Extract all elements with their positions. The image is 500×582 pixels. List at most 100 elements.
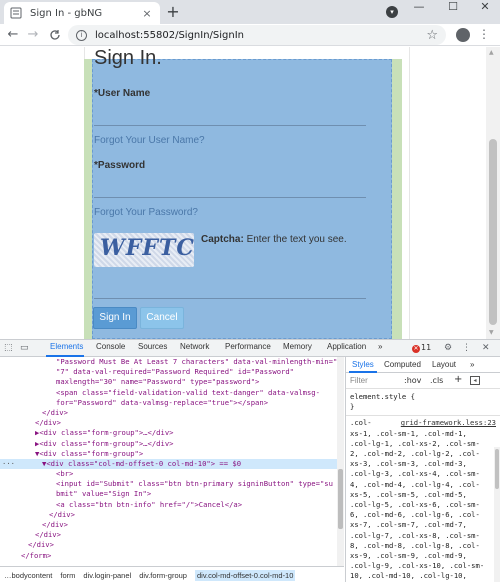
dom-node-line[interactable]: </form> <box>0 551 344 561</box>
reload-button[interactable] <box>46 26 64 44</box>
dom-node-line[interactable]: maxlength="30" name="Password" type="pas… <box>0 377 344 387</box>
password-input[interactable] <box>94 197 366 198</box>
dom-node-line[interactable]: </div> <box>0 418 344 428</box>
tab-styles[interactable]: Styles <box>352 360 374 369</box>
sign-in-button[interactable]: Sign In <box>93 307 137 329</box>
dom-node-line[interactable]: </div> <box>0 520 344 530</box>
dom-node-selected[interactable]: ▼<div class="col-md-offset-0 col-md-10">… <box>0 458 344 470</box>
breadcrumb-item[interactable]: form <box>60 571 75 580</box>
username-input[interactable] <box>94 125 366 126</box>
tab-computed[interactable]: Computed <box>384 360 421 369</box>
captcha-input[interactable] <box>94 298 366 299</box>
dom-node-line[interactable]: bmit" value="Sign In"> <box>0 489 344 499</box>
url-text[interactable]: localhost:55802/SignIn/SignIn <box>95 30 426 41</box>
minimize-button[interactable]: — <box>404 0 434 18</box>
grid-rule[interactable]: grid-framework.less:23 .col- xs-1, .col-s… <box>346 416 500 582</box>
reload-icon <box>50 30 60 40</box>
close-window-button[interactable]: ✕ <box>470 0 500 18</box>
dom-node-line[interactable]: <br> <box>0 469 344 479</box>
tab-search-icon[interactable]: ▾ <box>386 6 398 18</box>
forward-button[interactable]: → <box>24 26 42 44</box>
maximize-button[interactable]: ☐ <box>438 0 468 18</box>
styles-more-tabs[interactable]: » <box>470 360 474 369</box>
captcha-image-text: WFFTC <box>100 235 194 261</box>
tab-console[interactable]: Console <box>96 342 125 351</box>
tab-memory[interactable]: Memory <box>283 342 312 351</box>
element-style-rule[interactable]: element.style { } <box>346 389 500 417</box>
address-bar[interactable]: i localhost:55802/SignIn/SignIn ☆ <box>68 25 446 45</box>
scroll-up-icon[interactable]: ▲ <box>489 49 494 56</box>
hover-state-toggle[interactable]: :hov <box>404 376 421 385</box>
devtools-menu-icon[interactable]: ⋮ <box>462 343 471 353</box>
dom-node-line[interactable]: <span class="field-validation-valid text… <box>0 388 344 398</box>
new-tab-button[interactable]: + <box>164 3 182 21</box>
dom-node-line[interactable]: ▶<div class="form-group">…</div> <box>0 428 344 438</box>
styles-scrollbar[interactable] <box>494 447 500 582</box>
username-label-text: User Name <box>97 88 151 99</box>
dom-node-line[interactable]: <input id="Submit" class="btn btn-primar… <box>0 479 344 489</box>
back-button[interactable]: ← <box>4 26 22 44</box>
devtools-panel: ⬚ ▭ Elements Console Sources Network Per… <box>0 339 500 582</box>
tab-strip: Sign In - gbNG × + ▾ — ☐ ✕ <box>0 0 500 24</box>
devtools-tabbar: ⬚ ▭ Elements Console Sources Network Per… <box>0 340 500 357</box>
dom-node-line[interactable]: </div> <box>0 530 344 540</box>
forgot-username-link[interactable]: Forgot Your User Name? <box>94 135 205 146</box>
inspect-element-icon[interactable]: ⬚ <box>4 343 13 353</box>
dom-node-line[interactable]: for="Password" data-valmsg-replace="true… <box>0 398 344 408</box>
breadcrumb-item[interactable]: …bodycontent <box>4 571 52 580</box>
tab-sources[interactable]: Sources <box>138 342 167 351</box>
toggle-sidebar-icon[interactable]: ◂ <box>470 376 480 385</box>
dom-node-line[interactable]: "Password Must Be At Least 7 characters"… <box>0 357 344 367</box>
breadcrumb-item[interactable]: div.col-md-offset-0.col-md-10 <box>194 570 296 581</box>
more-tabs-button[interactable]: » <box>378 342 382 351</box>
tab-elements[interactable]: Elements <box>50 342 83 351</box>
browser-menu-icon[interactable]: ⋮ <box>478 27 490 41</box>
tab-layout[interactable]: Layout <box>432 360 456 369</box>
dom-node-line[interactable]: "7" data-val-required="Password Required… <box>0 367 344 377</box>
styles-filter-input[interactable]: Filter <box>350 376 368 385</box>
new-style-rule-button[interactable]: + <box>454 374 462 385</box>
captcha-hint-text: Enter the text you see. <box>246 234 347 245</box>
rule-source-text[interactable]: grid-framework.less:23 <box>401 418 496 427</box>
breadcrumb-item[interactable]: div.form-group <box>139 571 187 580</box>
dom-node-line[interactable]: </div> <box>0 408 344 418</box>
captcha-image: WFFTC <box>94 233 194 267</box>
page-scrollbar-thumb[interactable] <box>489 139 497 325</box>
tab-network[interactable]: Network <box>180 342 209 351</box>
dom-node-line[interactable]: ▶<div class="form-group">…</div> <box>0 439 344 449</box>
error-icon: ✕ <box>412 345 420 353</box>
elements-scrollbar-thumb[interactable] <box>338 469 343 529</box>
dom-node-line[interactable]: </div> <box>0 510 344 520</box>
styles-filter-row: Filter :hov .cls + ◂ <box>346 373 500 389</box>
styles-scrollbar-thumb[interactable] <box>495 449 499 489</box>
styles-tabbar: Styles Computed Layout » <box>346 357 500 373</box>
selected-element-highlight <box>92 59 392 339</box>
browser-toolbar: ← → i localhost:55802/SignIn/SignIn ☆ ⋮ <box>0 24 500 46</box>
profile-avatar-icon[interactable] <box>456 28 470 42</box>
dom-node-line[interactable]: ▼<div class="form-group"> <box>0 449 344 459</box>
page-title: Sign In. <box>94 47 162 69</box>
scroll-down-icon[interactable]: ▼ <box>489 329 494 336</box>
tab-performance[interactable]: Performance <box>225 342 271 351</box>
device-toolbar-icon[interactable]: ▭ <box>20 343 29 353</box>
cancel-button[interactable]: Cancel <box>140 307 184 329</box>
class-toggle[interactable]: .cls <box>430 376 443 385</box>
node-actions-icon[interactable]: ··· <box>2 459 15 469</box>
forgot-password-link[interactable]: Forgot Your Password? <box>94 207 198 218</box>
page-scrollbar[interactable]: ▲ ▼ <box>486 47 500 339</box>
captcha-label: Captcha: <box>201 234 244 245</box>
bookmark-star-icon[interactable]: ☆ <box>426 28 438 43</box>
settings-gear-icon[interactable]: ⚙ <box>444 343 452 353</box>
tab-application[interactable]: Application <box>327 342 366 351</box>
breadcrumb-item[interactable]: div.login-panel <box>83 571 131 580</box>
elements-tree[interactable]: "Password Must Be At Least 7 characters"… <box>0 357 344 566</box>
elements-scrollbar[interactable] <box>337 357 344 566</box>
rule-selectors: .col- xs-1, .col-sm-1, .col-md-1, .col-l… <box>350 418 485 582</box>
dom-node-line[interactable]: <a class="btn btn-info" href="/">Cancel<… <box>0 500 344 510</box>
dom-node-line[interactable]: </div> <box>0 540 344 550</box>
site-info-icon[interactable]: i <box>76 29 87 41</box>
browser-tab[interactable]: Sign In - gbNG × <box>4 2 160 24</box>
error-count-badge[interactable]: ✕ 11 <box>412 343 431 353</box>
close-devtools-icon[interactable]: ✕ <box>482 343 490 353</box>
tab-close-icon[interactable]: × <box>140 7 154 20</box>
